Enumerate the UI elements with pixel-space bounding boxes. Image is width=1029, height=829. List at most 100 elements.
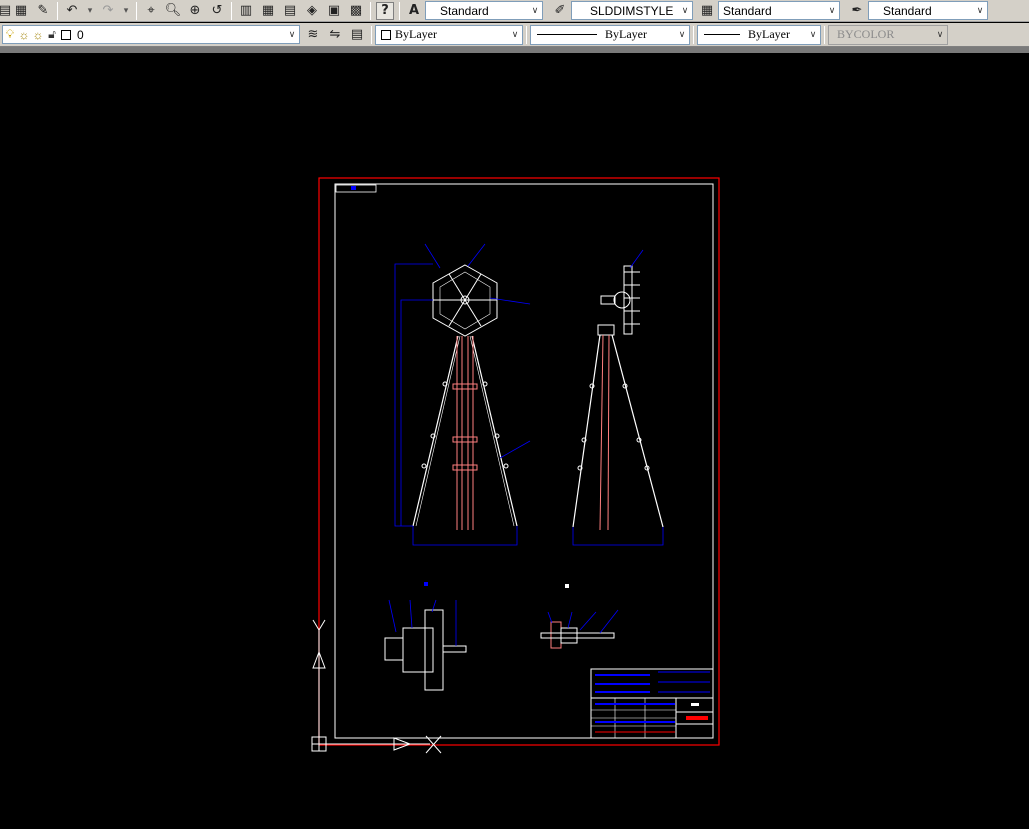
leg — [469, 335, 515, 527]
sheet-outer-frame — [318, 177, 720, 746]
layer-color-swatch — [61, 29, 71, 40]
view-label-mark — [424, 582, 428, 586]
multileader-style-value: Standard — [883, 3, 932, 18]
chevron-down-icon: ∨ — [809, 29, 817, 39]
title-block — [590, 668, 714, 739]
drawing-canvas[interactable] — [0, 53, 1029, 829]
side-base — [597, 324, 615, 336]
zoom-previous-icon[interactable]: ↺ — [206, 1, 228, 21]
lock-icon[interactable]: 🔓︎ — [45, 27, 59, 42]
multileader-style-icon[interactable]: ✒ — [846, 1, 868, 21]
dim-style-select[interactable]: SLDDIMSTYLE ∨ — [571, 1, 693, 20]
plot-style-value: BYCOLOR — [837, 27, 895, 41]
side-view — [572, 249, 664, 546]
toolbar-separator — [231, 1, 232, 20]
sheet-set-icon[interactable]: ◈ — [301, 1, 323, 21]
leg — [412, 335, 459, 527]
toolbar-separator — [824, 25, 825, 44]
layer-select[interactable]: 💡︎ ☼ ☼ 🔓︎ 0 ∨ — [2, 25, 300, 44]
layer-manager-icon[interactable]: ≋ — [302, 25, 324, 45]
leg — [471, 335, 518, 527]
undo-icon[interactable]: ↶ — [61, 1, 83, 21]
text-style-value: Standard — [440, 3, 489, 18]
design-center-icon[interactable]: ▦ — [257, 1, 279, 21]
help-icon[interactable]: ? — [376, 1, 394, 20]
layer-previous-icon[interactable]: ⇋ — [324, 25, 346, 45]
leader — [599, 609, 619, 634]
side-hub — [613, 291, 631, 309]
table-style-icon[interactable]: ▦ — [696, 1, 718, 21]
joint — [421, 463, 427, 469]
front-view — [394, 243, 531, 546]
leader — [579, 611, 597, 631]
table-style-select[interactable]: Standard ∨ — [718, 1, 840, 20]
center-column — [599, 334, 604, 531]
chevron-down-icon: ∨ — [678, 29, 686, 39]
text-style-select[interactable]: Standard ∨ — [425, 1, 543, 20]
dim-style-icon[interactable]: ✐ — [549, 1, 571, 21]
toolbar-separator — [371, 25, 372, 44]
dimension-line — [572, 527, 664, 546]
linetype-value: ByLayer — [605, 27, 647, 41]
leader — [567, 611, 573, 629]
toolbar-separator — [399, 1, 400, 20]
detail-pin — [442, 645, 467, 653]
center-column — [607, 334, 610, 531]
drawing-number-mark — [351, 186, 356, 190]
publish-icon[interactable]: ✎ — [32, 1, 54, 21]
save-icon[interactable]: ▦ — [10, 1, 32, 21]
dimension-line — [412, 526, 518, 546]
redo-icon[interactable]: ↷ — [97, 1, 119, 21]
plot-style-select: BYCOLOR ∨ — [828, 24, 948, 45]
chevron-down-icon: ∨ — [531, 5, 539, 15]
bulb-icon[interactable]: 💡︎ — [3, 27, 17, 42]
detail-collar — [560, 627, 578, 644]
leader — [547, 611, 553, 624]
linetype-select[interactable]: ByLayer ∨ — [530, 24, 690, 45]
sun-icon[interactable]: ☼ — [31, 28, 45, 42]
title-block-highlight — [686, 716, 708, 720]
sun-icon[interactable]: ☼ — [17, 28, 31, 42]
lineweight-sample — [704, 34, 740, 35]
current-layer-value: 0 — [77, 27, 84, 42]
detail-knob — [384, 637, 404, 661]
side-bracket — [600, 295, 616, 305]
text-style-icon[interactable]: A — [403, 1, 425, 21]
detail-plate — [424, 609, 444, 691]
chevron-down-icon: ∨ — [976, 5, 984, 15]
lineweight-value: ByLayer — [748, 27, 790, 41]
layer-state-icon[interactable]: ▤ — [346, 25, 368, 45]
calculator-icon[interactable]: ▩ — [345, 1, 367, 21]
leader — [467, 243, 486, 267]
detail-view-b — [540, 584, 619, 649]
sheet-inner-frame — [334, 183, 714, 739]
zoom-window-icon[interactable]: ⊕ — [184, 1, 206, 21]
match-properties-icon[interactable]: ⌖ — [140, 1, 162, 21]
color-value: ByLayer — [395, 27, 437, 41]
chevron-down-icon: ∨ — [936, 29, 944, 39]
color-select[interactable]: ByLayer ∨ — [375, 24, 523, 45]
ucs-icon — [311, 619, 442, 754]
detail-view-a — [384, 582, 467, 691]
toolbar-separator — [693, 25, 694, 44]
dim-style-value: SLDDIMSTYLE — [590, 3, 674, 18]
leader — [489, 297, 531, 305]
layers-toolbar: 💡︎ ☼ ☼ 🔓︎ 0 ∨ ≋ ⇋ ▤ ByLayer ∨ ByLayer ∨ … — [0, 23, 1029, 47]
leg — [572, 334, 601, 528]
properties-icon[interactable]: ▥ — [235, 1, 257, 21]
multileader-style-select[interactable]: Standard ∨ — [868, 1, 988, 20]
tool-palette-icon[interactable]: ▤ — [279, 1, 301, 21]
chevron-down-icon: ∨ — [681, 5, 689, 15]
chevron-down-icon: ∨ — [288, 29, 296, 39]
leader — [499, 440, 531, 459]
leg — [415, 335, 461, 527]
undo-dropdown-icon[interactable]: ▾ — [83, 1, 97, 21]
redo-dropdown-icon[interactable]: ▾ — [119, 1, 133, 21]
color-swatch — [381, 29, 391, 40]
detail-body — [402, 627, 434, 673]
dimension-line — [400, 299, 433, 526]
markup-icon[interactable]: ▣ — [323, 1, 345, 21]
zoom-realtime-icon[interactable]: 🔍︎ — [162, 1, 184, 21]
new-file-icon[interactable]: ▤ — [0, 1, 11, 21]
lineweight-select[interactable]: ByLayer ∨ — [697, 24, 821, 45]
